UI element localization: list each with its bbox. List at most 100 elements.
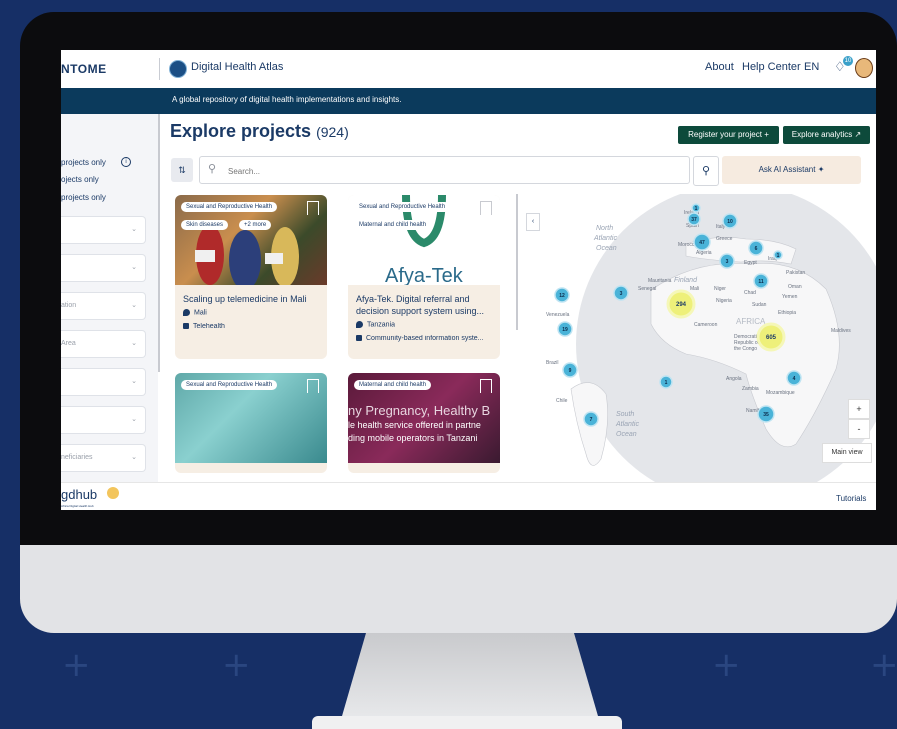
search-submit-button[interactable]: ⚲	[693, 156, 719, 186]
filter-dropdown[interactable]: ⌄	[61, 216, 146, 244]
main-view-button[interactable]: Main view	[822, 443, 872, 463]
monitor-stand	[340, 633, 600, 723]
top-navigation: NTOME Digital Health Atlas About Help Ce…	[61, 50, 876, 89]
filter-sidebar: projects only i ojects only projects onl…	[61, 114, 158, 482]
category-tag: Skin diseases	[181, 220, 229, 230]
map-cluster-count: 11	[758, 279, 764, 285]
tutorials-link[interactable]: Tutorials	[836, 494, 866, 503]
map-cluster-count: 10	[727, 219, 733, 225]
project-image: Maternal and child health ny Pregnancy, …	[348, 373, 500, 463]
filter-dropdown[interactable]: ⌄	[61, 368, 146, 396]
chevron-down-icon: ⌄	[131, 340, 137, 347]
chevron-down-icon: ⌄	[131, 378, 137, 385]
project-count: (924)	[316, 124, 349, 140]
project-map[interactable]: Finland IrelandSpainItalyGreeceMoroccoAl…	[546, 184, 876, 504]
map-cluster-count: 1	[695, 206, 698, 212]
map-cluster-count: 3	[620, 291, 623, 297]
filter-dropdown[interactable]: ation ⌄	[61, 292, 146, 320]
category-tag: Sexual and Reproductive Health	[181, 202, 278, 212]
panel-resize-handle[interactable]	[516, 194, 518, 330]
nav-help-center[interactable]: Help Center	[742, 61, 801, 73]
ask-ai-button[interactable]: Ask AI Assistant ✦	[722, 156, 861, 184]
project-card[interactable]: Sexual and Reproductive Health Skin dise…	[175, 195, 327, 359]
filter-dropdown[interactable]: ⌄	[61, 406, 146, 434]
project-card[interactable]: Sexual and Reproductive Health	[175, 373, 327, 473]
map-cluster-count: 47	[699, 240, 705, 246]
filter-option[interactable]: projects only	[61, 158, 106, 167]
zoom-out-button[interactable]: -	[848, 419, 870, 439]
ai-label: Ask AI Assistant	[758, 165, 816, 174]
search-icon: ⚲	[208, 163, 217, 175]
collapse-map-button[interactable]: ‹	[526, 213, 540, 231]
filter-dropdown[interactable]: Area ⌄	[61, 330, 146, 358]
location-pin-icon	[356, 321, 363, 328]
image-text-line: ding mobile operators in Tanzani	[348, 433, 478, 443]
more-tags-tag[interactable]: +2 more	[239, 220, 272, 230]
monitor-base	[312, 716, 622, 729]
brand-logo-text[interactable]: NTOME	[61, 62, 107, 76]
filter-dropdown[interactable]: neficiaries ⌄	[61, 444, 146, 472]
background-plus-icon: +	[870, 645, 897, 685]
globe-icon	[169, 60, 187, 78]
map-cluster-count: 294	[676, 302, 687, 308]
project-title: Scaling up telemedicine in Mali	[183, 294, 307, 304]
info-icon[interactable]: i	[121, 157, 131, 167]
location-pin-icon	[183, 309, 190, 316]
background-plus-icon: +	[222, 645, 251, 685]
map-cluster-count: 37	[691, 217, 697, 223]
gdhub-subtitle: Africa Digital Health Hub	[61, 504, 94, 508]
page-title: Explore projects (924)	[170, 121, 349, 142]
bookmark-icon[interactable]	[480, 201, 492, 215]
bookmark-icon[interactable]	[307, 379, 319, 393]
search-input[interactable]	[226, 162, 630, 180]
zoom-in-button[interactable]: +	[848, 399, 870, 419]
app-title[interactable]: Digital Health Atlas	[191, 61, 283, 73]
map-cluster-count: 1	[665, 380, 668, 386]
project-card[interactable]: Afya-Tek Sexual and Reproductive Health …	[348, 195, 500, 359]
filter-option[interactable]: projects only	[61, 193, 106, 202]
map-cluster-count: 6	[755, 246, 758, 252]
project-category: Telehealth	[183, 323, 323, 330]
notification-badge: 10	[843, 56, 853, 66]
category-icon	[183, 323, 189, 330]
project-card[interactable]: Maternal and child health ny Pregnancy, …	[348, 373, 500, 473]
background-plus-icon: +	[712, 645, 741, 685]
project-category: Community-based information syste...	[356, 335, 496, 342]
project-image: Sexual and Reproductive Health	[175, 373, 327, 463]
background-plus-icon: +	[62, 645, 91, 685]
trend-icon: ↗	[854, 130, 862, 139]
location-text: Tanzania	[367, 321, 396, 329]
map-cluster-count: 3	[726, 259, 729, 265]
bookmark-icon[interactable]	[307, 201, 319, 215]
nav-about[interactable]: About	[705, 61, 734, 73]
sort-icon: ⇅	[178, 165, 186, 175]
category-icon	[356, 335, 362, 342]
sparkle-icon: ✦	[817, 165, 825, 174]
dropdown-label: neficiaries	[61, 454, 93, 461]
filter-option[interactable]: ojects only	[61, 175, 99, 184]
sort-button[interactable]: ⇅	[171, 158, 193, 182]
sidebar-scrollbar[interactable]	[158, 114, 160, 372]
language-selector[interactable]: EN	[804, 61, 819, 73]
category-tag: Sexual and Reproductive Health	[181, 380, 278, 390]
dropdown-label: Area	[61, 340, 76, 347]
explore-analytics-button[interactable]: Explore analytics ↗	[783, 126, 870, 144]
map-cluster-count: 4	[793, 376, 796, 382]
map-cluster-count: 7	[590, 417, 593, 423]
map-clusters-layer: 1 37 10 47 6 1 3 11 3 12 294 19 605 9 4 1 35 7	[554, 203, 802, 427]
gdhub-logo[interactable]: gdhub	[61, 487, 97, 502]
chevron-down-icon: ⌄	[131, 454, 137, 461]
category-tag: Maternal and child health	[354, 220, 432, 230]
image-text-line: ny Pregnancy, Healthy B	[348, 403, 491, 418]
chevron-down-icon: ⌄	[131, 302, 137, 309]
filter-dropdown[interactable]: ⌄	[61, 254, 146, 282]
bookmark-icon[interactable]	[480, 379, 492, 393]
tagline-banner: A global repository of digital health im…	[61, 88, 876, 114]
category-text: Community-based information syste...	[366, 335, 484, 342]
header-divider	[159, 58, 160, 80]
chevron-left-icon: ‹	[531, 218, 535, 225]
chevron-down-icon: ⌄	[131, 416, 137, 423]
register-project-button[interactable]: Register your project +	[678, 126, 779, 144]
search-icon: ⚲	[701, 165, 711, 177]
avatar[interactable]	[855, 58, 873, 78]
